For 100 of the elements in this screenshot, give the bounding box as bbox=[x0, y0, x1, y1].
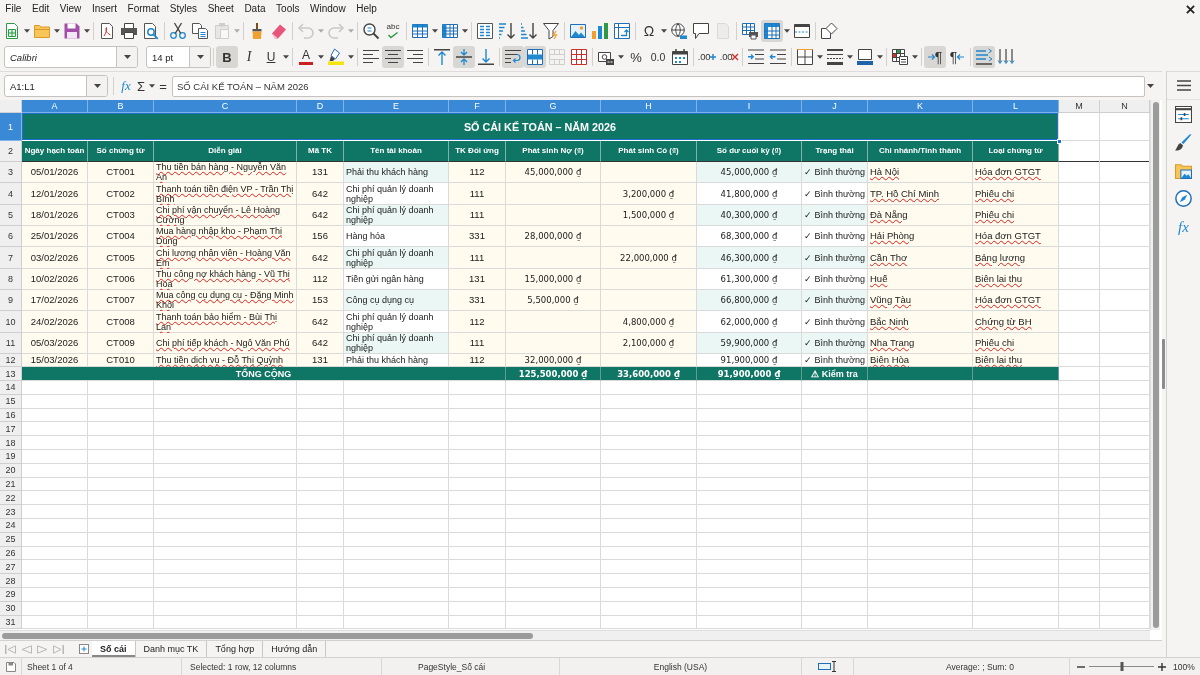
menu-item[interactable]: Insert bbox=[86, 1, 123, 17]
close-icon[interactable] bbox=[1186, 4, 1195, 14]
freeze-panes-button[interactable] bbox=[761, 19, 783, 42]
align-top-icon[interactable] bbox=[434, 49, 450, 65]
wrap-text-button[interactable] bbox=[502, 46, 524, 68]
plus-icon[interactable] bbox=[1158, 662, 1166, 671]
border-color-icon[interactable] bbox=[857, 49, 873, 65]
formula-input[interactable]: SỐ CÁI KẾ TOÁN – NĂM 2026 bbox=[172, 75, 1145, 97]
align-right-icon[interactable] bbox=[407, 49, 423, 65]
caret-icon[interactable] bbox=[784, 28, 790, 33]
row-header[interactable]: 28 bbox=[0, 574, 22, 588]
caret-icon[interactable] bbox=[348, 55, 354, 59]
menu-item[interactable]: Edit bbox=[26, 1, 55, 17]
row-header[interactable]: 5 bbox=[0, 205, 22, 226]
copy-icon[interactable] bbox=[192, 22, 208, 39]
column-header[interactable]: N bbox=[1100, 100, 1150, 113]
caret-icon[interactable] bbox=[149, 84, 155, 88]
sidebar-handle[interactable] bbox=[1162, 339, 1165, 389]
menu-item[interactable]: Window bbox=[304, 1, 351, 17]
column-header[interactable]: C bbox=[154, 100, 297, 113]
sheet-tab[interactable]: Số cái bbox=[92, 641, 136, 657]
percent-button[interactable]: % bbox=[625, 46, 647, 68]
row-header[interactable]: 23 bbox=[0, 505, 22, 519]
dropdown-button[interactable] bbox=[116, 47, 137, 67]
spreadsheet-icon[interactable] bbox=[4, 22, 20, 39]
document-magnifier-icon[interactable] bbox=[143, 22, 159, 39]
line-style-icon[interactable] bbox=[827, 49, 843, 65]
column-header[interactable]: J bbox=[802, 100, 868, 113]
delete-decimal-button[interactable]: .00 bbox=[718, 46, 740, 68]
save-icon[interactable] bbox=[64, 22, 80, 39]
printer-icon[interactable] bbox=[121, 22, 137, 39]
caret-icon[interactable] bbox=[618, 55, 624, 59]
caret-icon[interactable] bbox=[847, 55, 853, 59]
row-header[interactable]: 2 bbox=[0, 141, 22, 162]
floppy-icon[interactable] bbox=[5, 661, 16, 672]
menu-item[interactable]: Format bbox=[122, 1, 165, 17]
name-box[interactable]: A1:L1 bbox=[4, 75, 108, 97]
indent-icon[interactable] bbox=[748, 49, 764, 65]
column-header[interactable]: F bbox=[449, 100, 506, 113]
menu-item[interactable]: Data bbox=[239, 1, 271, 17]
special-character-button[interactable]: Ω bbox=[638, 19, 660, 42]
align-bottom-icon[interactable] bbox=[478, 49, 494, 65]
table-arrow-icon[interactable] bbox=[614, 22, 630, 39]
caret-icon[interactable] bbox=[24, 28, 30, 33]
column-header[interactable]: M bbox=[1059, 100, 1100, 113]
add-decimal-button[interactable]: .00 bbox=[696, 46, 718, 68]
highlighter-icon[interactable] bbox=[328, 49, 344, 65]
align-middle-button[interactable] bbox=[453, 46, 475, 68]
left-to-right-button[interactable]: ¶ bbox=[924, 46, 946, 68]
grid-cells-icon[interactable] bbox=[892, 49, 908, 65]
caret-icon[interactable] bbox=[318, 55, 324, 59]
italic-button[interactable]: I bbox=[238, 46, 260, 68]
minus-icon[interactable] bbox=[1077, 665, 1085, 668]
caret-icon[interactable] bbox=[1146, 84, 1154, 88]
caret-icon[interactable] bbox=[661, 28, 667, 33]
caret-icon[interactable] bbox=[462, 28, 468, 33]
table-printer-icon[interactable] bbox=[742, 22, 758, 39]
caret-icon[interactable] bbox=[84, 28, 90, 33]
scissors-icon[interactable] bbox=[170, 22, 186, 39]
row-header[interactable]: 27 bbox=[0, 560, 22, 575]
outdent-icon[interactable] bbox=[770, 49, 786, 65]
row-header[interactable]: 8 bbox=[0, 269, 22, 290]
column-header[interactable]: E bbox=[344, 100, 449, 113]
vertical-text-icon[interactable] bbox=[998, 49, 1014, 65]
menu-item[interactable]: Tools bbox=[270, 1, 305, 17]
spelling-button[interactable]: abc bbox=[382, 19, 404, 42]
menu-item[interactable]: View bbox=[54, 1, 87, 17]
caret-icon[interactable] bbox=[912, 55, 918, 59]
split-window-icon[interactable] bbox=[794, 22, 810, 39]
caret-icon[interactable] bbox=[817, 55, 823, 59]
column-header[interactable]: G bbox=[506, 100, 601, 113]
row-header[interactable]: 13 bbox=[0, 367, 22, 381]
column-header[interactable]: K bbox=[868, 100, 973, 113]
bar-chart-icon[interactable] bbox=[592, 22, 608, 39]
plus-box-icon[interactable] bbox=[79, 644, 89, 654]
font-name-combobox[interactable]: Calibri bbox=[4, 46, 138, 68]
menu-item[interactable]: Styles bbox=[164, 1, 203, 17]
merge-center-button[interactable] bbox=[524, 46, 546, 68]
brush-icon[interactable] bbox=[1175, 134, 1192, 151]
row-header[interactable]: 22 bbox=[0, 491, 22, 506]
rectangle-cursor-icon[interactable] bbox=[818, 661, 837, 672]
column-header[interactable]: B bbox=[88, 100, 154, 113]
right-to-left-button[interactable]: ¶ bbox=[946, 46, 968, 68]
calendar-icon[interactable] bbox=[672, 49, 688, 65]
list-box-icon[interactable] bbox=[477, 22, 493, 39]
column-header[interactable]: H bbox=[601, 100, 697, 113]
row-header[interactable]: 11 bbox=[0, 333, 22, 354]
dropdown-button[interactable] bbox=[189, 47, 210, 67]
speech-bubble-icon[interactable] bbox=[693, 22, 709, 39]
column-header[interactable]: I bbox=[697, 100, 802, 113]
search-icon[interactable] bbox=[363, 22, 379, 39]
bold-button[interactable]: B bbox=[216, 46, 238, 68]
slider-thumb[interactable] bbox=[1120, 662, 1123, 671]
caret-icon[interactable] bbox=[877, 55, 883, 59]
number-format-button[interactable]: 0.0 bbox=[647, 46, 669, 68]
row-header[interactable]: 18 bbox=[0, 436, 22, 450]
image-icon[interactable] bbox=[570, 22, 586, 39]
formula-button[interactable]: = bbox=[156, 75, 170, 97]
row-header[interactable]: 10 bbox=[0, 311, 22, 333]
funnel-icon[interactable] bbox=[543, 22, 559, 39]
